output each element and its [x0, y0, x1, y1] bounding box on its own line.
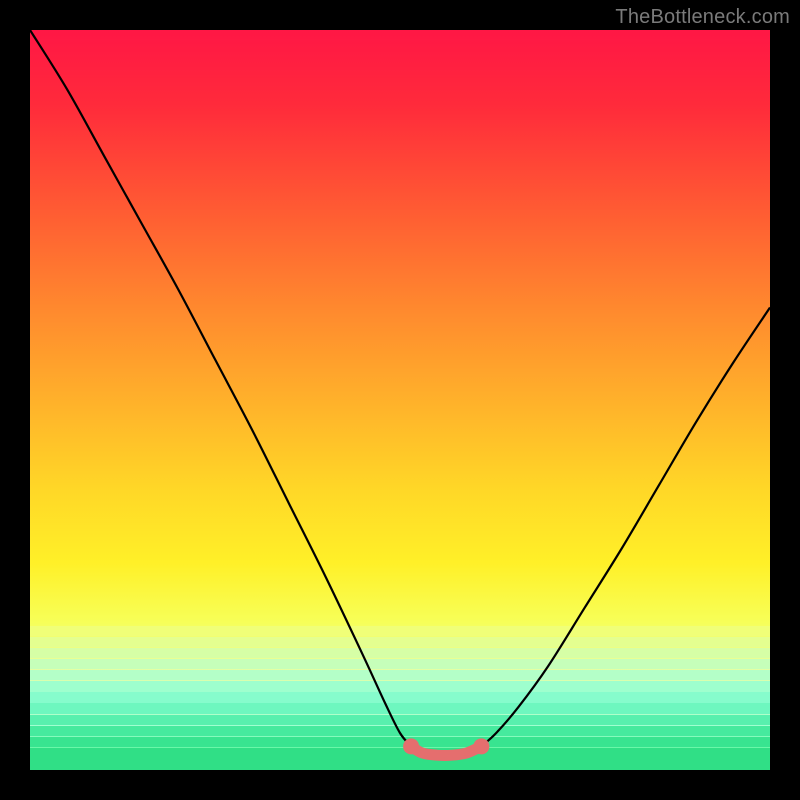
plateau-right-dot	[473, 738, 489, 754]
watermark-text: TheBottleneck.com	[615, 6, 790, 29]
bottom-plateau-curve	[411, 746, 481, 755]
curves-svg	[30, 30, 770, 770]
chart-container: TheBottleneck.com	[0, 0, 800, 800]
left-curve	[30, 30, 411, 746]
plateau-left-dot	[403, 738, 419, 754]
right-curve	[481, 308, 770, 747]
plot-area	[30, 30, 770, 770]
